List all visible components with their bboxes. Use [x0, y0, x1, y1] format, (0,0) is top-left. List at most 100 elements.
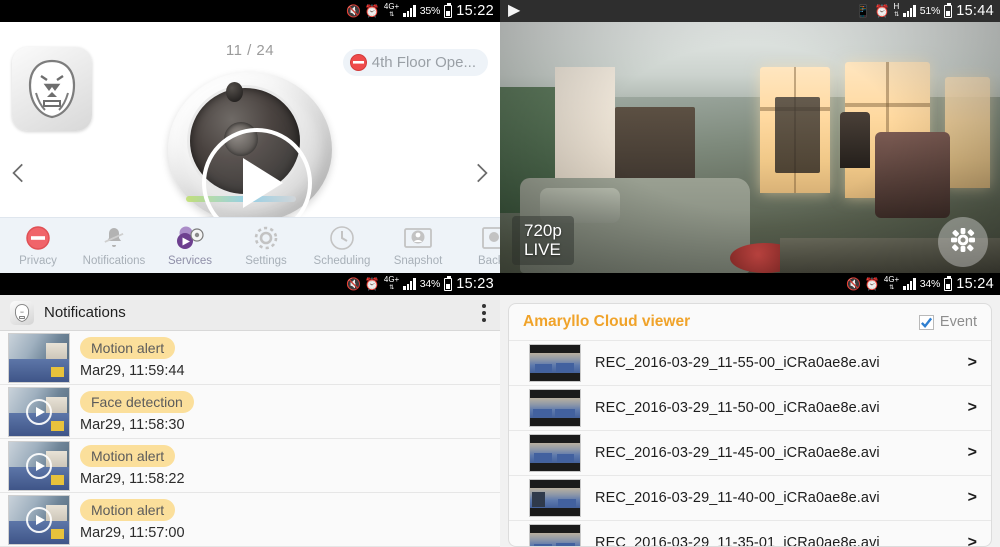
tab-settings[interactable]: Settings: [228, 224, 304, 267]
screenshot-grid: 🔇 ⏰ 4G+ ⇅ 35% 15:22 11 / 24 4th Floor Op…: [0, 0, 1000, 547]
status-badge: Motion alert: [80, 444, 176, 467]
device-status-chip[interactable]: 4th Floor Ope...: [342, 49, 488, 76]
vibrate-icon: 📱: [855, 4, 871, 18]
battery-icon: [444, 275, 453, 291]
live-label: LIVE: [524, 239, 561, 259]
notification-info: Motion alert Mar29, 11:58:22: [80, 444, 185, 487]
list-item[interactable]: Motion alert Mar29, 11:58:22: [0, 439, 500, 493]
gear-icon: [252, 224, 280, 252]
notification-thumbnail: [8, 440, 70, 491]
video-vignette: [500, 22, 1000, 273]
signal-icon: [403, 278, 416, 290]
battery-percent: 51%: [919, 5, 941, 17]
table-row[interactable]: REC_2016-03-29_11-55-00_iCRa0ae8e.avi >: [509, 340, 991, 385]
chevron-right-icon[interactable]: >: [968, 354, 977, 372]
play-icon: [26, 452, 52, 479]
play-icon: [26, 506, 52, 533]
network-4g-icon: 4G+ ⇅: [383, 2, 400, 19]
statusbar-cloud: 🔇 ⏰ 4G+ ⇅ 34% 15:24: [500, 273, 1000, 295]
signal-icon: [403, 5, 416, 17]
page-title: Amaryllo Cloud viewer: [523, 313, 691, 330]
tiger-head-icon: [28, 59, 76, 119]
statusbar-left: ▶: [508, 3, 520, 19]
mute-icon: 🔇: [345, 4, 361, 18]
overflow-menu-icon[interactable]: [478, 300, 490, 326]
camera-device-graphic[interactable]: [162, 70, 338, 238]
table-row[interactable]: REC_2016-03-29_11-35-01_iCRa0ae8e.avi >: [509, 520, 991, 547]
privacy-noentry-icon: [349, 54, 367, 71]
camera-person-icon: [403, 224, 433, 252]
notification-time: Mar29, 11:59:44: [80, 362, 185, 379]
camera-sensor-dot: [226, 82, 243, 102]
clock-time: 15:24: [956, 276, 994, 292]
notification-info: Motion alert Mar29, 11:59:44: [80, 336, 185, 379]
chevron-left-icon[interactable]: [6, 160, 32, 186]
chevron-right-icon[interactable]: >: [968, 489, 977, 507]
notification-info: Face detection Mar29, 11:58:30: [80, 390, 194, 433]
cloud-viewer-pane: 🔇 ⏰ 4G+ ⇅ 34% 15:24 Amaryllo Cloud viewer: [500, 273, 1000, 547]
battery-icon: [944, 2, 953, 18]
event-filter[interactable]: Event: [918, 314, 977, 330]
tab-label: Privacy: [19, 255, 57, 267]
notification-list[interactable]: Motion alert Mar29, 11:59:44 Face detect…: [0, 331, 500, 547]
tab-scheduling[interactable]: Scheduling: [304, 224, 380, 267]
check-icon: [920, 317, 932, 328]
alarm-icon: ⏰: [874, 4, 890, 18]
tab-background[interactable]: Backg: [456, 224, 500, 267]
tab-label: Scheduling: [313, 255, 371, 267]
page-title: Notifications: [44, 304, 126, 321]
video-settings-button[interactable]: [938, 217, 988, 267]
tab-services[interactable]: Services: [152, 224, 228, 267]
list-item[interactable]: Motion alert Mar29, 11:57:00: [0, 493, 500, 547]
table-row[interactable]: REC_2016-03-29_11-50-00_iCRa0ae8e.avi >: [509, 385, 991, 430]
statusbar-device: 🔇 ⏰ 4G+ ⇅ 35% 15:22: [0, 0, 500, 22]
background-image-icon: [480, 224, 500, 252]
device-carousel: 11 / 24 4th Floor Ope...: [0, 22, 500, 238]
chevron-right-icon[interactable]: >: [968, 399, 977, 417]
battery-percent: 34%: [919, 278, 941, 290]
battery-percent: 35%: [419, 5, 441, 17]
recording-thumbnail: [529, 344, 581, 382]
cloud-viewer-card: Amaryllo Cloud viewer Event REC_2016-03-…: [508, 303, 992, 547]
chevron-right-icon[interactable]: >: [968, 534, 977, 546]
clock-icon: [328, 224, 356, 252]
video-quality-badge: 720p LIVE: [512, 215, 574, 265]
cloud-viewer-body: Amaryllo Cloud viewer Event REC_2016-03-…: [500, 295, 1000, 547]
chevron-right-icon[interactable]: [468, 160, 494, 186]
notification-thumbnail: [8, 386, 70, 437]
status-badge: Motion alert: [80, 336, 176, 359]
recording-filename: REC_2016-03-29_11-40-00_iCRa0ae8e.avi: [595, 490, 880, 506]
notification-thumbnail: [8, 332, 70, 383]
list-item[interactable]: Face detection Mar29, 11:58:30: [0, 385, 500, 439]
event-filter-label: Event: [939, 314, 977, 330]
battery-icon: [944, 275, 953, 291]
network-h-icon: H ⇅: [893, 2, 900, 19]
list-item[interactable]: Motion alert Mar29, 11:59:44: [0, 331, 500, 385]
recording-thumbnail: [529, 434, 581, 472]
table-row[interactable]: REC_2016-03-29_11-45-00_iCRa0ae8e.avi >: [509, 430, 991, 475]
statusbar-right: 📱 ⏰ H ⇅ 51% 15:44: [855, 2, 994, 19]
notification-thumbnail: [8, 494, 70, 545]
live-video-feed[interactable]: 720p LIVE: [500, 22, 1000, 273]
recording-filename: REC_2016-03-29_11-45-00_iCRa0ae8e.avi: [595, 445, 880, 461]
quality-label: 720p: [524, 220, 562, 240]
status-badge: Motion alert: [80, 498, 176, 521]
tab-privacy[interactable]: Privacy: [0, 224, 76, 267]
tab-snapshot[interactable]: Snapshot: [380, 224, 456, 267]
network-4g-icon: 4G+ ⇅: [883, 275, 900, 292]
alarm-icon: ⏰: [364, 277, 380, 291]
chevron-right-icon[interactable]: >: [968, 444, 977, 462]
mute-icon: 🔇: [845, 277, 861, 291]
network-4g-icon: 4G+ ⇅: [383, 275, 400, 292]
tab-label: Backg: [478, 255, 500, 267]
clock-time: 15:23: [456, 276, 494, 292]
live-video-pane: ▶ 📱 ⏰ H ⇅ 51% 15:44 720p LIVE: [500, 0, 1000, 273]
statusbar-right: 🔇 ⏰ 4G+ ⇅ 34% 15:23: [346, 275, 494, 292]
device-pane: 🔇 ⏰ 4G+ ⇅ 35% 15:22 11 / 24 4th Floor Op…: [0, 0, 500, 273]
event-checkbox[interactable]: [918, 314, 934, 330]
tab-notifications[interactable]: Notifications: [76, 224, 152, 267]
table-row[interactable]: REC_2016-03-29_11-40-00_iCRa0ae8e.avi >: [509, 475, 991, 520]
tab-label: Snapshot: [393, 255, 443, 267]
recording-filename: REC_2016-03-29_11-35-01_iCRa0ae8e.avi: [595, 535, 880, 547]
battery-icon: [444, 2, 453, 18]
